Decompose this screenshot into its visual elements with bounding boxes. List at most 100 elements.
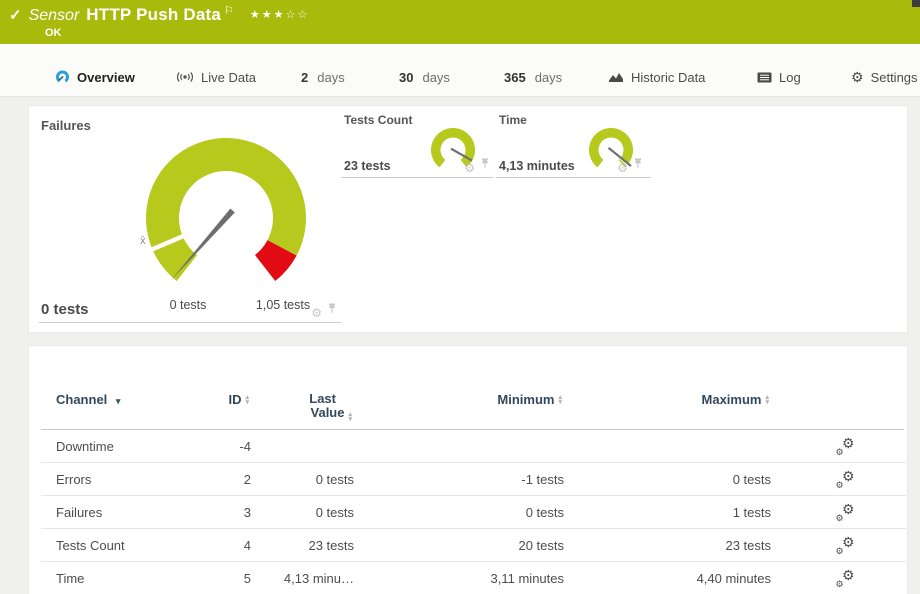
sensor-status-bar: ✓ Sensor HTTP Push Data ⚐ ★★★☆☆ OK [0, 0, 920, 44]
tab-2-days[interactable]: 2 days [301, 58, 345, 96]
column-header-last-value[interactable]: Last Value▴▾ [309, 392, 352, 422]
tab-label: Historic Data [631, 70, 705, 85]
column-label: Last [309, 392, 336, 406]
tab-label: Overview [77, 70, 135, 85]
table-row: Tests Count 4 23 tests 20 tests 23 tests… [29, 529, 909, 562]
channel-last-value: 23 tests [308, 529, 354, 562]
channel-minimum: 3,11 minutes [491, 562, 564, 594]
channel-last-value: 0 tests [316, 463, 354, 496]
column-header-channel[interactable]: Channel ▾ [56, 392, 120, 407]
tab-unit: days [422, 70, 449, 85]
gear-icon: ⚙ [851, 70, 864, 84]
gauge-value: 0 tests [41, 301, 89, 318]
channel-minimum: 0 tests [526, 496, 564, 529]
column-label: Maximum [702, 392, 762, 407]
channel-settings-button[interactable]: ⚙⚙ [832, 463, 858, 496]
channel-settings-button[interactable]: ⚙⚙ [832, 562, 858, 594]
sort-icons: ▴▾ [245, 395, 249, 405]
channel-settings-button[interactable]: ⚙⚙ [832, 430, 858, 463]
column-label: Value▴▾ [309, 406, 352, 422]
gauge-title: Time [499, 113, 527, 127]
tab-unit: days [317, 70, 344, 85]
gauge-scale-min: 0 tests [170, 298, 207, 312]
channel-minimum: -1 tests [521, 463, 564, 496]
tab-settings[interactable]: ⚙ Settings [851, 58, 918, 96]
pin-icon[interactable] [633, 156, 643, 174]
sensor-status-text: OK [45, 27, 62, 39]
sort-desc-icon: ▾ [116, 396, 121, 406]
gears-icon: ⚙⚙ [836, 505, 855, 521]
channel-name-link[interactable]: Failures [56, 496, 102, 529]
tab-365-days[interactable]: 365 days [504, 58, 562, 96]
tab-overview[interactable]: Overview [55, 58, 135, 96]
channel-last-value: 0 tests [316, 496, 354, 529]
tab-live-data[interactable]: Live Data [176, 58, 256, 96]
channel-id: 3 [244, 496, 251, 529]
column-header-minimum[interactable]: Minimum ▴▾ [497, 392, 562, 407]
gauge-widget-time[interactable]: Time 4,13 minutes ⚙ [496, 106, 651, 178]
gauge-settings-icon[interactable]: ⚙ [617, 162, 628, 174]
column-header-maximum[interactable]: Maximum ▴▾ [702, 392, 769, 407]
channel-name-link[interactable]: Downtime [56, 430, 114, 463]
channel-last-value: 4,13 minu… [284, 562, 354, 594]
column-label: Channel [56, 392, 107, 407]
gauge-settings-icon[interactable]: ⚙ [464, 162, 475, 174]
sort-icons: ▴▾ [765, 395, 769, 405]
channel-table-panel: Channel ▾ ID ▴▾ Last Value▴▾ Minimum ▴▾ … [28, 345, 908, 594]
tab-bar: Overview Live Data 2 days 30 days 365 da… [0, 44, 920, 97]
broadcast-icon [176, 71, 194, 83]
gauge-title: Failures [41, 118, 91, 133]
tab-log[interactable]: Log [757, 58, 801, 96]
gauge-widget-failures[interactable]: Failures x̄ 0 tests 1,05 tests 0 tests ⚙ [39, 106, 341, 323]
ok-check-icon: ✓ [9, 6, 22, 24]
screen-corner-artifact [912, 0, 920, 7]
gears-icon: ⚙⚙ [836, 439, 855, 455]
tab-label: Live Data [201, 70, 256, 85]
channel-maximum: 4,40 minutes [697, 562, 771, 594]
tab-label: Log [779, 70, 801, 85]
priority-flag-icon: ⚐ [224, 4, 234, 17]
channel-id: 4 [244, 529, 251, 562]
tab-label: Settings [871, 70, 918, 85]
column-header-id[interactable]: ID ▴▾ [228, 392, 249, 407]
gears-icon: ⚙⚙ [836, 538, 855, 554]
channel-maximum: 1 tests [733, 496, 771, 529]
gauge-settings-icon[interactable]: ⚙ [311, 307, 322, 319]
tab-historic-data[interactable]: Historic Data [608, 58, 705, 96]
gears-icon: ⚙⚙ [836, 472, 855, 488]
channel-id: 5 [244, 562, 251, 594]
object-type-label: Sensor [29, 7, 80, 25]
area-chart-icon [608, 71, 624, 83]
gauge-widget-tests-count[interactable]: Tests Count 23 tests ⚙ [341, 106, 494, 178]
failures-gauge-chart: x̄ [126, 118, 326, 318]
channel-maximum: 23 tests [725, 529, 771, 562]
channel-name-link[interactable]: Time [56, 562, 84, 594]
channel-name-link[interactable]: Tests Count [56, 529, 125, 562]
gauges-panel: Failures x̄ 0 tests 1,05 tests 0 tests ⚙… [28, 105, 908, 333]
channel-id: 2 [244, 463, 251, 496]
tab-30-days[interactable]: 30 days [399, 58, 450, 96]
tab-number: 2 [301, 70, 308, 85]
tab-unit: days [535, 70, 562, 85]
table-row: Downtime -4 ⚙⚙ [29, 430, 909, 463]
gauge-icon [55, 70, 70, 84]
channel-rows: Downtime -4 ⚙⚙ Errors 2 0 tests -1 tests… [29, 430, 909, 594]
sort-icons: ▴▾ [558, 395, 562, 405]
table-row: Failures 3 0 tests 0 tests 1 tests ⚙⚙ [29, 496, 909, 529]
channel-settings-button[interactable]: ⚙⚙ [832, 496, 858, 529]
channel-name-link[interactable]: Errors [56, 463, 91, 496]
gauge-scale-max: 1,05 tests [256, 298, 310, 312]
channel-settings-button[interactable]: ⚙⚙ [832, 529, 858, 562]
average-marker-label: x̄ [140, 235, 146, 247]
tab-number: 365 [504, 70, 526, 85]
priority-stars[interactable]: ★★★☆☆ [250, 8, 309, 21]
prtg-sensor-page: ✓ Sensor HTTP Push Data ⚐ ★★★☆☆ OK Overv… [0, 0, 920, 594]
gauge-value: 23 tests [344, 159, 391, 173]
tab-number: 30 [399, 70, 413, 85]
gears-icon: ⚙⚙ [836, 571, 855, 587]
sort-icons: ▴▾ [348, 412, 352, 422]
gauge-title: Tests Count [344, 113, 412, 127]
pin-icon[interactable] [327, 301, 337, 319]
pin-icon[interactable] [480, 156, 490, 174]
table-row: Time 5 4,13 minu… 3,11 minutes 4,40 minu… [29, 562, 909, 594]
